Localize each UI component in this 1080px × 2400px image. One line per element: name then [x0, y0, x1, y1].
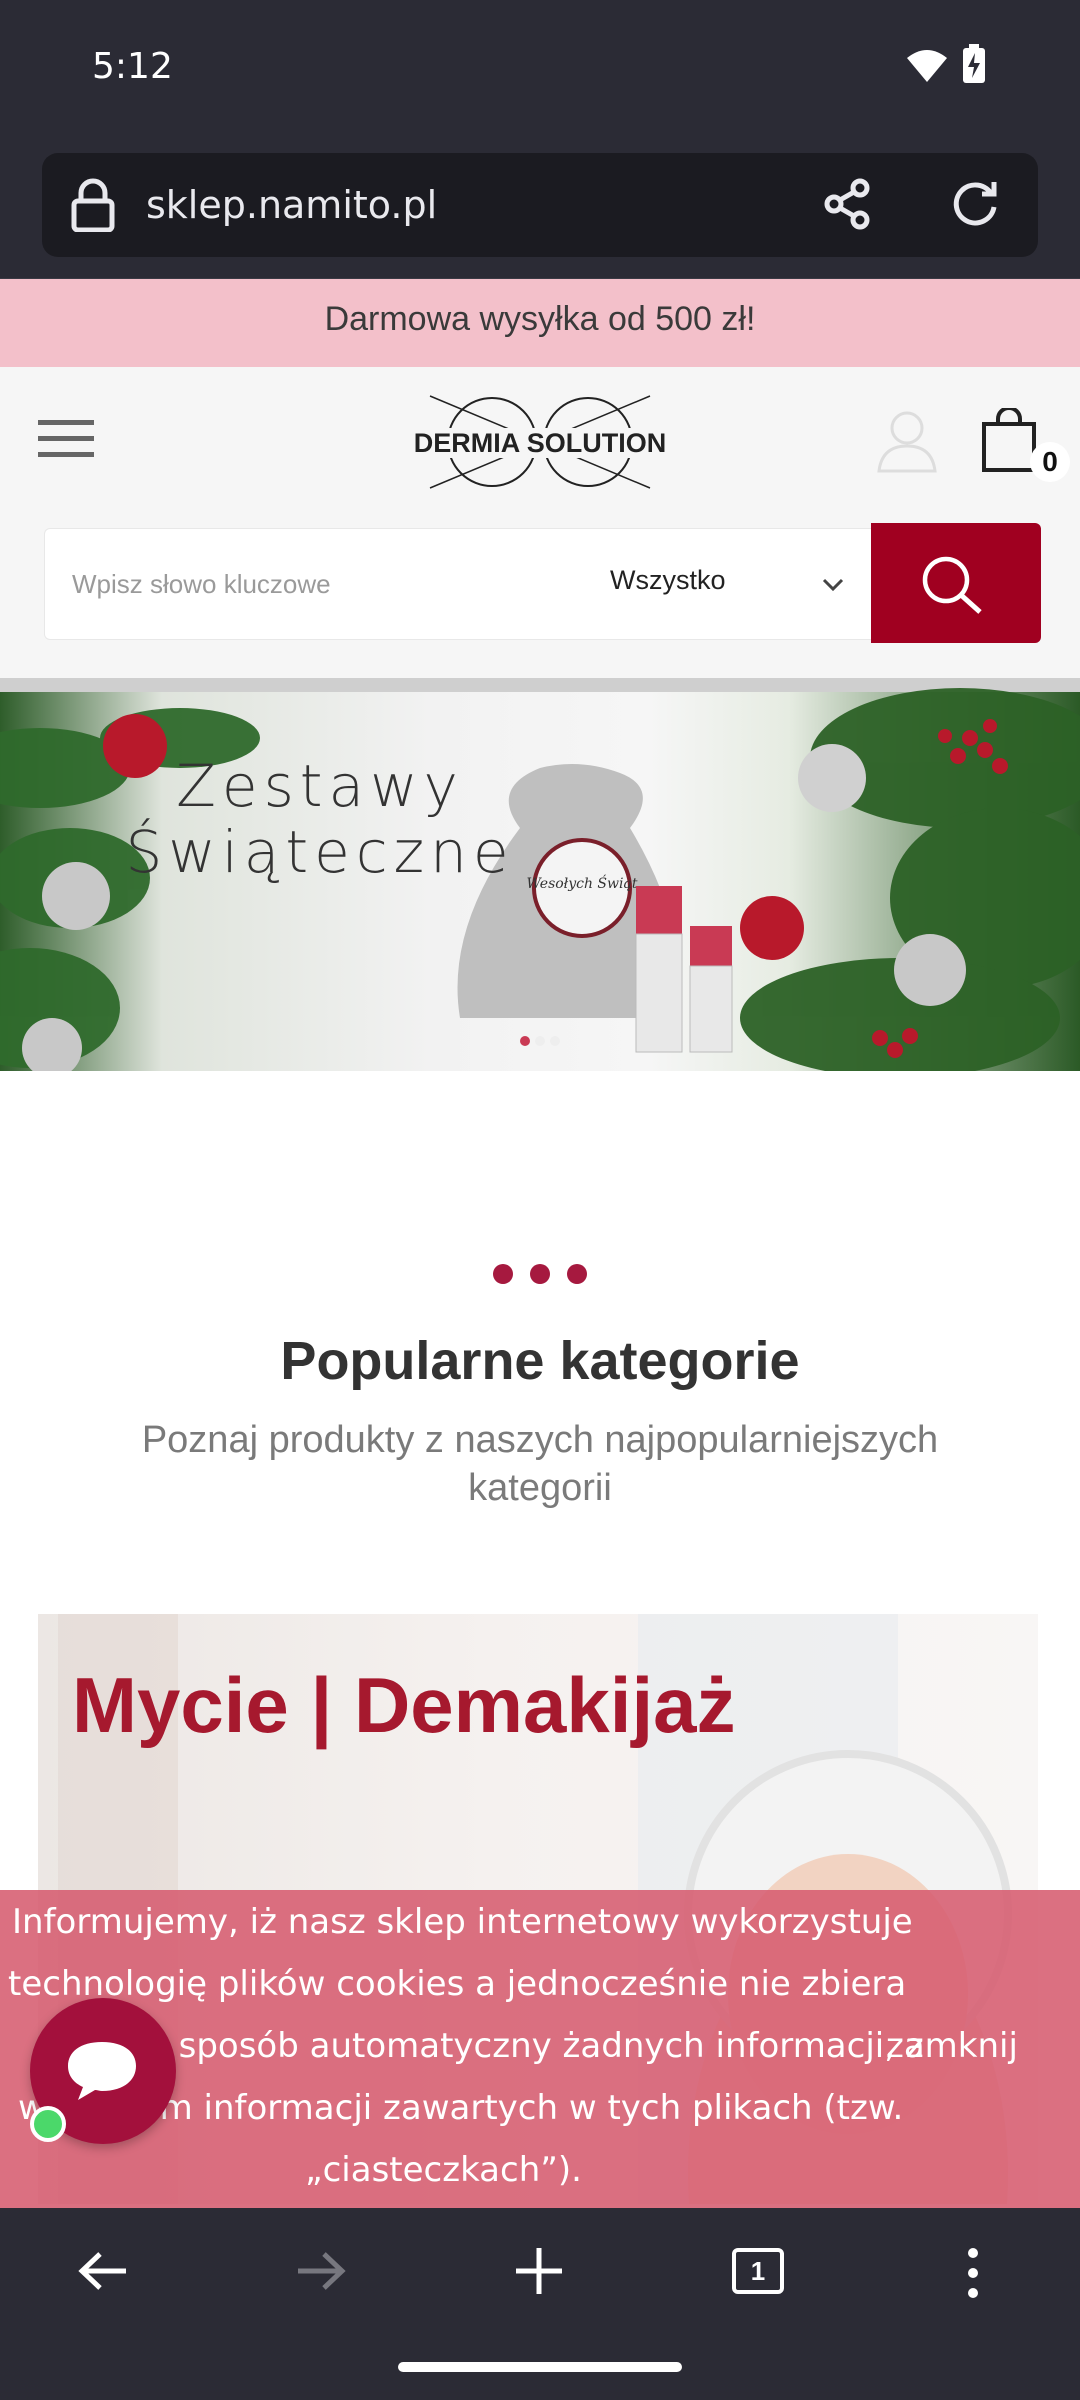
section-title: Popularne kategorie: [280, 1331, 800, 1391]
url-text[interactable]: sklep.namito.pl: [146, 183, 437, 227]
section-subtitle: Poznaj produkty z naszych najpopularniej…: [141, 1419, 939, 1509]
chat-icon[interactable]: [64, 2036, 140, 2106]
cookie-text-line: technologię plików cookies a jednocześni…: [8, 1964, 907, 2004]
forward-icon[interactable]: [294, 2250, 346, 2292]
tabs-button[interactable]: 1: [732, 2248, 784, 2294]
bag-label: Wesołych Świąt: [527, 874, 638, 892]
home-indicator[interactable]: [398, 2362, 682, 2372]
promo-text: Darmowa wysyłka od 500 zł!: [324, 300, 756, 338]
category-card-title: Mycie | Demakijaż: [72, 1661, 736, 1749]
search-icon[interactable]: [920, 554, 986, 616]
chevron-down-icon[interactable]: [822, 578, 844, 592]
wifi-icon: [907, 50, 947, 82]
reload-icon[interactable]: [946, 174, 1004, 232]
banner-title-line1: Zestawy: [176, 752, 464, 820]
more-options-icon[interactable]: [966, 2246, 980, 2300]
cookie-text-line: „ciasteczkach”).: [305, 2150, 582, 2190]
user-icon[interactable]: [874, 408, 940, 474]
logo[interactable]: DERMIA SOLUTION: [400, 388, 680, 498]
search-input[interactable]: [70, 560, 574, 608]
svg-text:DERMIA SOLUTION: DERMIA SOLUTION: [414, 428, 667, 458]
lock-icon: [71, 178, 115, 232]
banner-title-line2: Świąteczne: [125, 818, 515, 886]
online-status-dot: [30, 2106, 66, 2142]
menu-icon[interactable]: [38, 418, 96, 460]
section-divider-dots: [493, 1264, 587, 1284]
cart-count-badge[interactable]: 0: [1030, 442, 1070, 482]
status-time: 5:12: [92, 46, 173, 87]
share-icon[interactable]: [820, 176, 876, 232]
new-tab-icon[interactable]: [512, 2244, 566, 2298]
cookie-close-button[interactable]: zamknij: [886, 2026, 1018, 2066]
battery-icon: [963, 44, 985, 83]
cookie-text-line: Informujemy, iż nasz sklep internetowy w…: [12, 1902, 913, 1942]
carousel-indicator[interactable]: [518, 1034, 564, 1048]
cookie-text-line: w sposób automatyczny żadnych informacji…: [140, 2026, 924, 2066]
back-icon[interactable]: [78, 2250, 130, 2292]
category-select[interactable]: Wszystko: [610, 565, 726, 596]
